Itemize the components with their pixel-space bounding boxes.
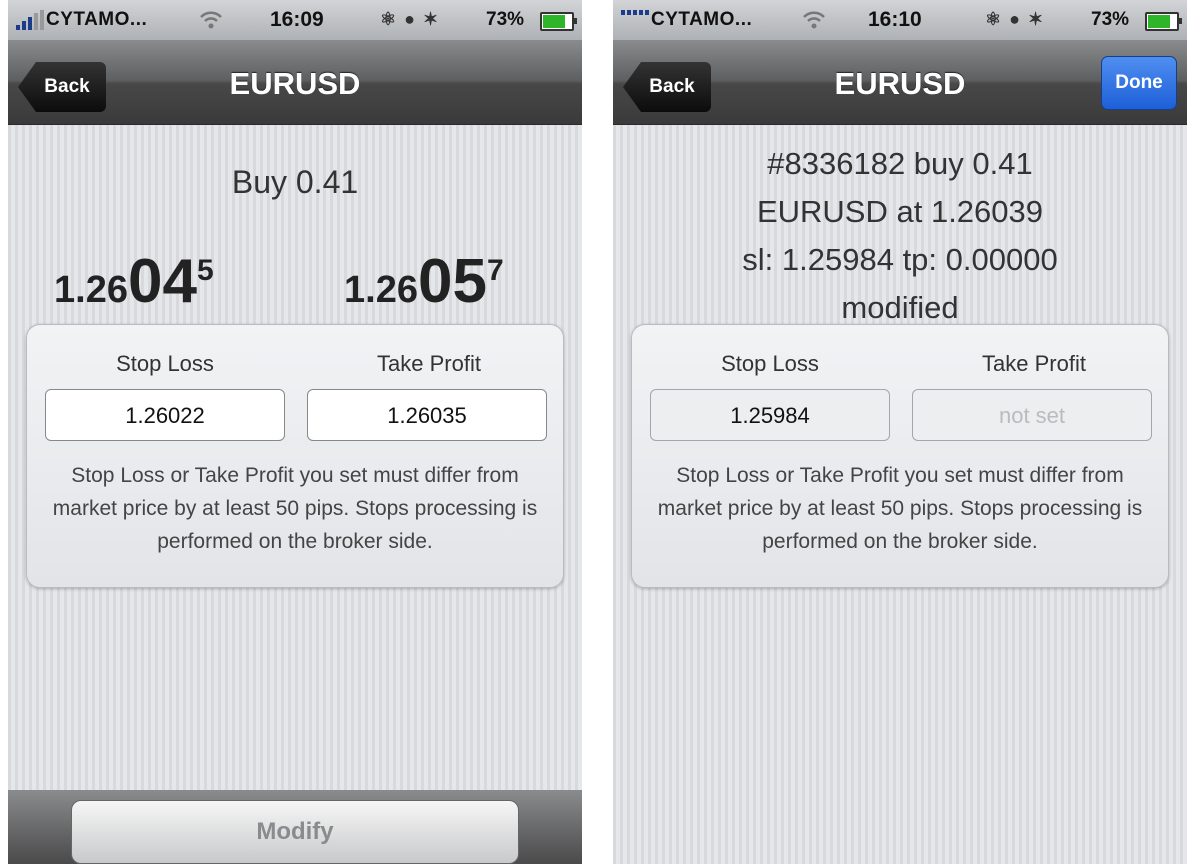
battery-icon <box>1145 12 1182 31</box>
stops-note: Stop Loss or Take Profit you set must di… <box>52 464 538 553</box>
bottom-toolbar: Modify <box>8 790 582 864</box>
battery-fill <box>543 15 565 28</box>
navigation-bar: Back EURUSD Done <box>613 40 1187 125</box>
bid-price: 1.26045 <box>54 246 214 317</box>
system-icons: ⚛ ● ✶ <box>985 9 1043 30</box>
battery-icon <box>540 12 577 31</box>
done-button[interactable]: Done <box>1101 56 1177 110</box>
right-screen-order-modified: CYTAMO... 16:10 ⚛ ● ✶ 73% Back EURUSD Do… <box>613 0 1187 864</box>
bid-price-fraction: 5 <box>196 254 214 287</box>
left-screen-modify-order: CYTAMO... 16:09 ⚛ ● ✶ 73% Back EURUSD Bu… <box>8 0 582 864</box>
stops-panel: Stop Loss Take Profit 1.25984 not set St… <box>631 324 1169 588</box>
ask-price-base: 1.26 <box>344 269 418 311</box>
signal-icon <box>621 10 649 15</box>
alarm-icon: ● <box>404 9 416 29</box>
status-time: 16:10 <box>868 8 922 31</box>
order-ticket-line: #8336182 buy 0.41 <box>767 146 1033 181</box>
rotation-lock-icon: ⚛ <box>985 9 1002 29</box>
stop-loss-input: 1.25984 <box>650 389 890 441</box>
carrier-name: CYTAMO... <box>651 9 753 30</box>
screenshot-stage: CYTAMO... 16:09 ⚛ ● ✶ 73% Back EURUSD Bu… <box>0 0 1195 864</box>
battery-fill <box>1148 15 1170 28</box>
order-symbol-line: EURUSD at 1.26039 <box>756 194 1044 229</box>
stop-loss-input[interactable]: 1.26022 <box>45 389 285 441</box>
bluetooth-icon: ✶ <box>423 9 439 29</box>
ask-price-fraction: 7 <box>486 254 504 287</box>
take-profit-label: Take Profit <box>982 351 1086 376</box>
status-bar: CYTAMO... 16:09 ⚛ ● ✶ 73% <box>8 0 582 40</box>
stops-note: Stop Loss or Take Profit you set must di… <box>657 464 1143 553</box>
page-title: EURUSD <box>229 66 361 101</box>
order-stops-line: sl: 1.25984 tp: 0.00000 <box>742 242 1058 277</box>
battery-percent: 73% <box>486 9 525 30</box>
carrier-name: CYTAMO... <box>46 9 148 30</box>
order-title: Buy 0.41 <box>231 164 359 200</box>
order-result-info: #8336182 buy 0.41 EURUSD at 1.26039 sl: … <box>613 140 1187 332</box>
take-profit-input[interactable]: 1.26035 <box>307 389 547 441</box>
modify-button[interactable]: Modify <box>71 800 519 864</box>
bid-price-base: 1.26 <box>54 269 128 311</box>
bluetooth-icon: ✶ <box>1028 9 1044 29</box>
rotation-lock-icon: ⚛ <box>380 9 397 29</box>
status-bar: CYTAMO... 16:10 ⚛ ● ✶ 73% <box>613 0 1187 40</box>
wifi-icon <box>200 11 222 29</box>
ask-price-pips: 05 <box>417 247 487 316</box>
take-profit-label: Take Profit <box>377 351 481 376</box>
navigation-bar: Back EURUSD <box>8 40 582 125</box>
stop-loss-label: Stop Loss <box>721 351 819 376</box>
system-icons: ⚛ ● ✶ <box>380 9 438 30</box>
alarm-icon: ● <box>1009 9 1021 29</box>
battery-percent: 73% <box>1091 9 1130 30</box>
take-profit-input: not set <box>912 389 1152 441</box>
status-time: 16:09 <box>270 8 324 31</box>
stop-loss-label: Stop Loss <box>116 351 214 376</box>
bid-price-pips: 04 <box>127 247 197 316</box>
stops-panel: Stop Loss Take Profit 1.26022 1.26035 St… <box>26 324 564 588</box>
ask-price: 1.26057 <box>344 246 504 317</box>
wifi-icon <box>803 11 825 29</box>
signal-icon <box>16 10 44 30</box>
